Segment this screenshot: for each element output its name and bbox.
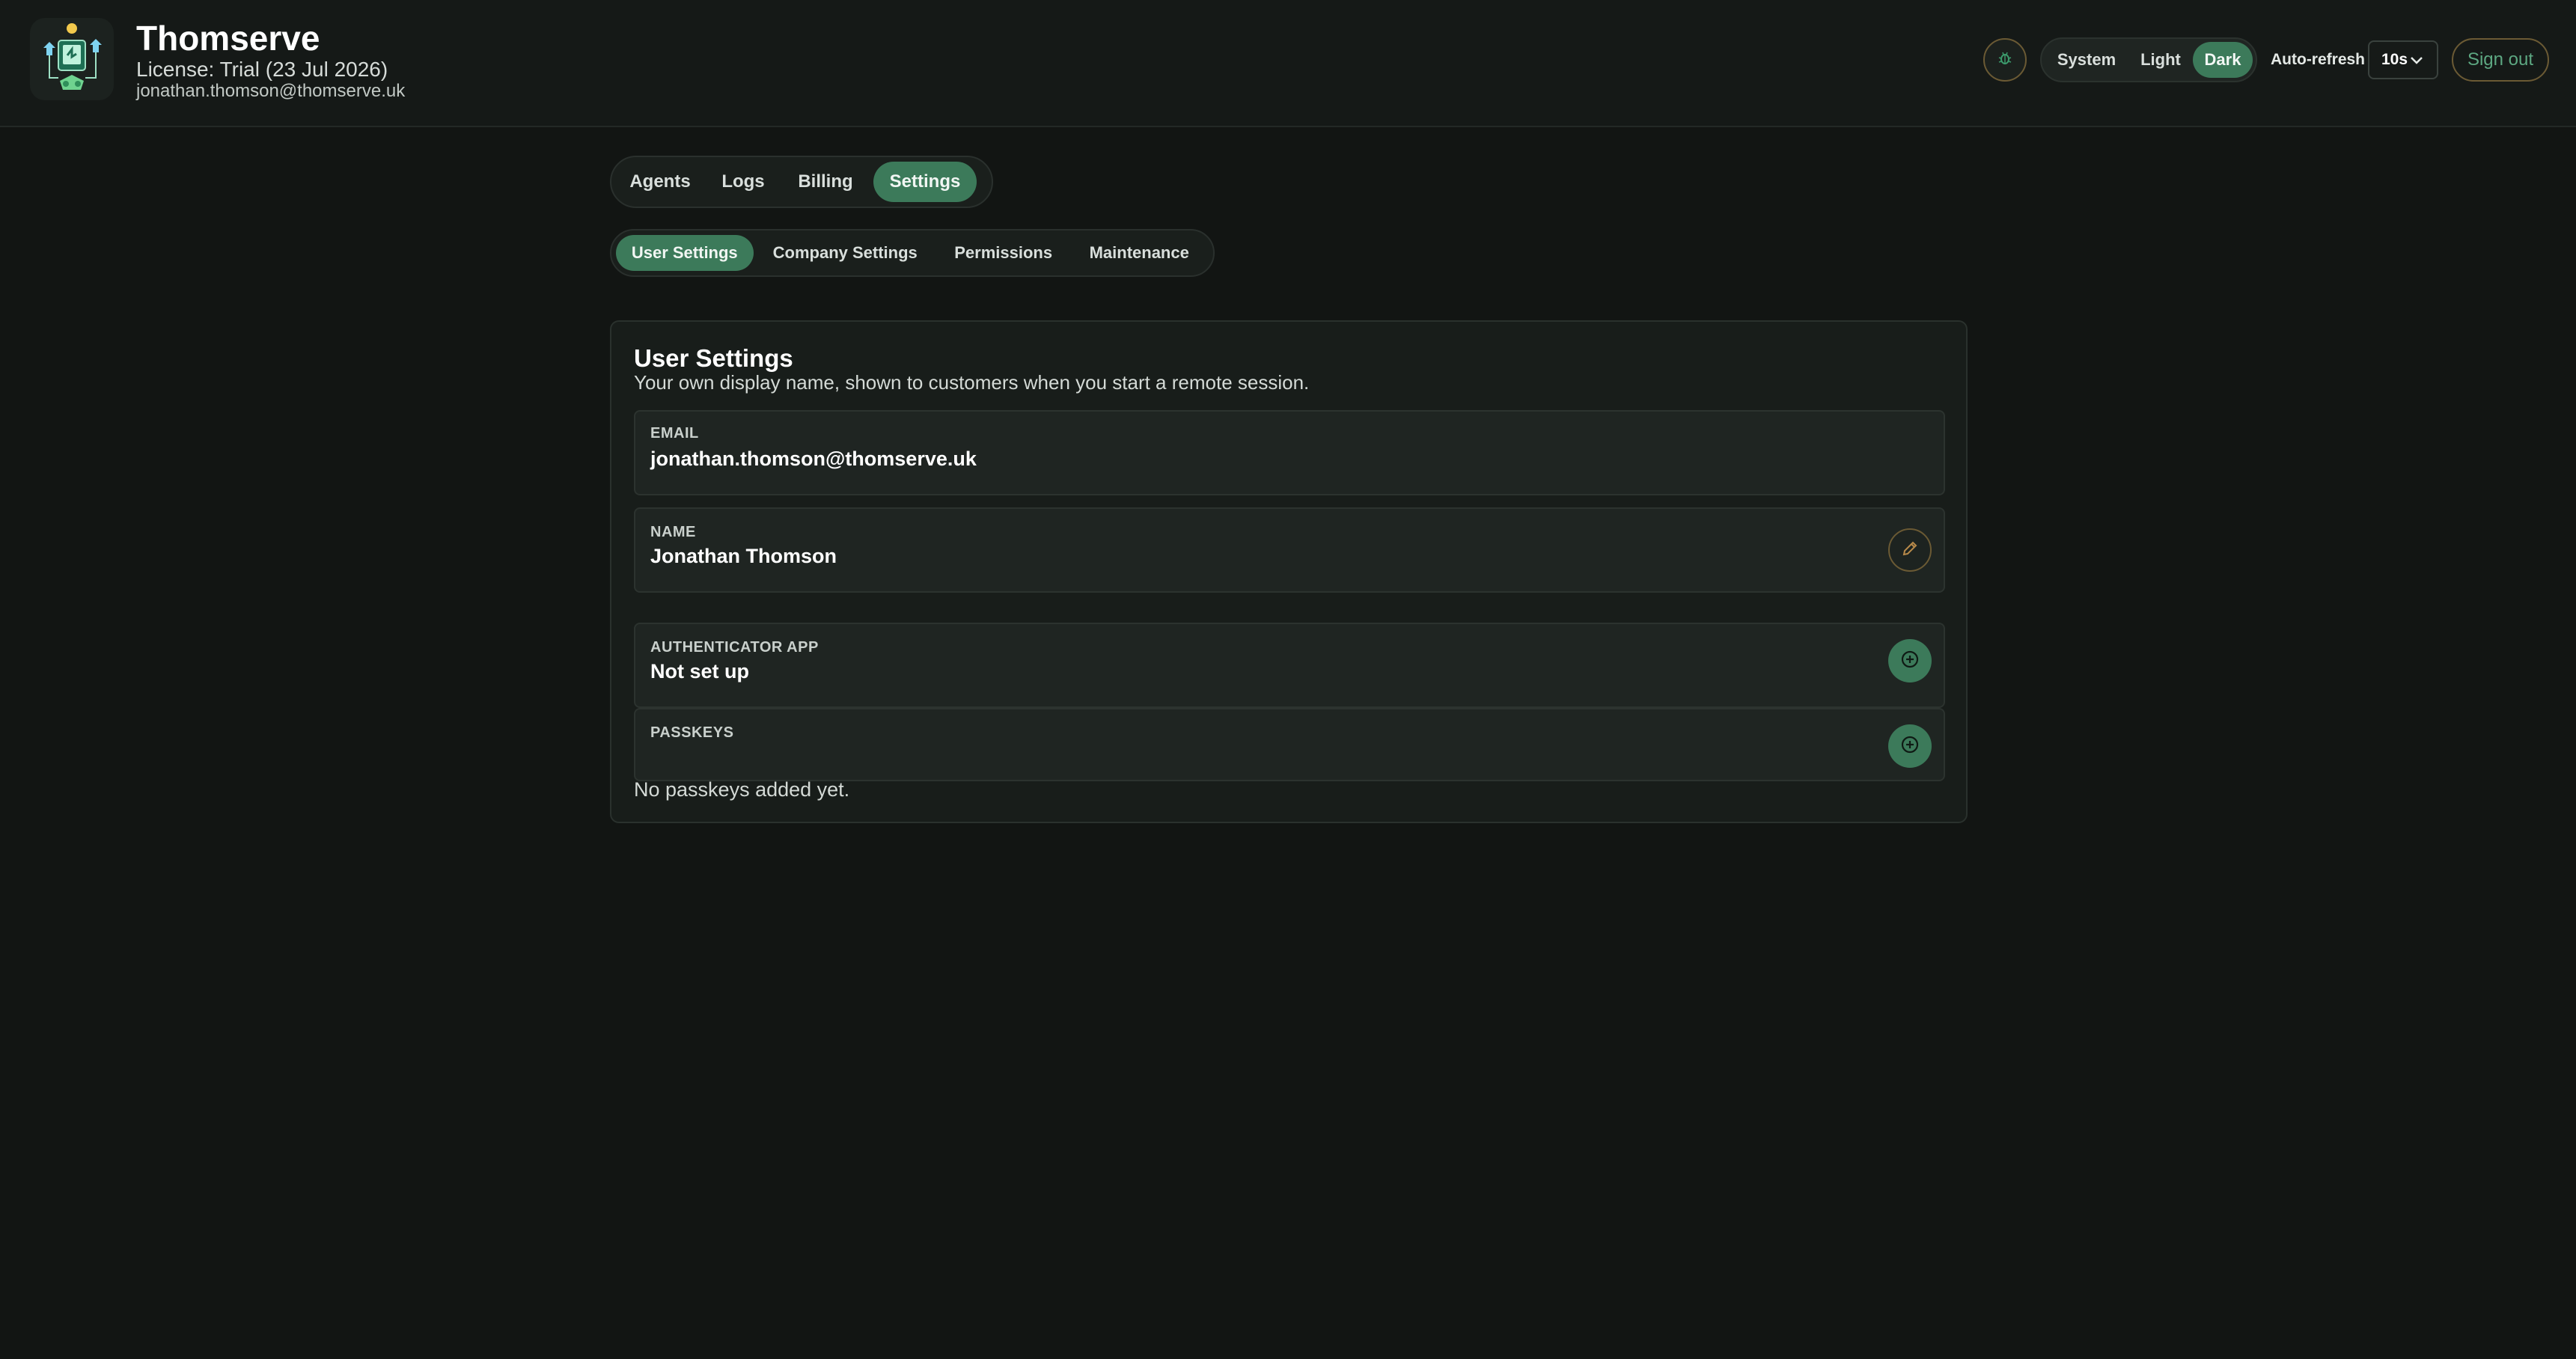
user-email: jonathan.thomson@thomserve.uk xyxy=(136,81,406,101)
passkeys-field: PASSKEYS xyxy=(634,708,1945,781)
tab-settings[interactable]: Settings xyxy=(873,162,977,202)
tab-user-settings[interactable]: User Settings xyxy=(616,235,754,271)
auto-refresh-label: Auto-refresh xyxy=(2271,51,2366,68)
bug-icon xyxy=(1997,50,2013,70)
name-field: NAME Jonathan Thomson xyxy=(634,507,1945,593)
report-bug-button[interactable] xyxy=(1983,38,2027,82)
panel-title: User Settings xyxy=(634,344,793,372)
tab-maintenance[interactable]: Maintenance xyxy=(1069,235,1209,271)
email-value: jonathan.thomson@thomserve.uk xyxy=(650,448,977,470)
auto-refresh-select[interactable]: 10s xyxy=(2368,40,2438,79)
tab-agents[interactable]: Agents xyxy=(616,162,704,202)
app-logo xyxy=(30,18,114,100)
sign-out-button[interactable]: Sign out xyxy=(2452,38,2549,82)
pencil-icon xyxy=(1901,540,1919,561)
name-label: NAME xyxy=(650,524,696,540)
tab-company-settings[interactable]: Company Settings xyxy=(754,235,937,271)
app-header: Thomserve License: Trial (23 Jul 2026) j… xyxy=(0,0,2576,127)
main-tabs: Agents Logs Billing Settings xyxy=(610,156,993,208)
plus-circle-icon xyxy=(1900,650,1920,673)
panel-description: Your own display name, shown to customer… xyxy=(634,371,1310,394)
chevron-down-icon xyxy=(2408,52,2425,73)
theme-light-button[interactable]: Light xyxy=(2128,42,2193,78)
authenticator-label: AUTHENTICATOR APP xyxy=(650,639,819,656)
settings-sub-tabs: User Settings Company Settings Permissio… xyxy=(610,229,1215,277)
authenticator-field: AUTHENTICATOR APP Not set up xyxy=(634,623,1945,708)
tab-billing[interactable]: Billing xyxy=(782,162,869,202)
passkeys-label: PASSKEYS xyxy=(650,724,734,741)
theme-switcher: System Light Dark xyxy=(2040,37,2257,82)
edit-name-button[interactable] xyxy=(1888,528,1932,572)
authenticator-value: Not set up xyxy=(650,660,749,682)
theme-system-button[interactable]: System xyxy=(2045,42,2128,78)
user-settings-panel: User Settings Your own display name, sho… xyxy=(610,320,1968,823)
plus-circle-icon xyxy=(1900,735,1920,758)
theme-dark-button[interactable]: Dark xyxy=(2193,42,2253,78)
app-name: Thomserve xyxy=(136,19,320,58)
tab-logs[interactable]: Logs xyxy=(704,162,782,202)
name-value: Jonathan Thomson xyxy=(650,545,837,567)
email-label: EMAIL xyxy=(650,425,699,442)
add-passkey-button[interactable] xyxy=(1888,724,1932,768)
passkeys-empty-message: No passkeys added yet. xyxy=(634,778,850,801)
tab-permissions[interactable]: Permissions xyxy=(937,235,1070,271)
setup-authenticator-button[interactable] xyxy=(1888,639,1932,682)
auto-refresh-value: 10s xyxy=(2381,51,2408,68)
email-field: EMAIL jonathan.thomson@thomserve.uk xyxy=(634,410,1945,495)
license-status: License: Trial (23 Jul 2026) xyxy=(136,58,388,81)
